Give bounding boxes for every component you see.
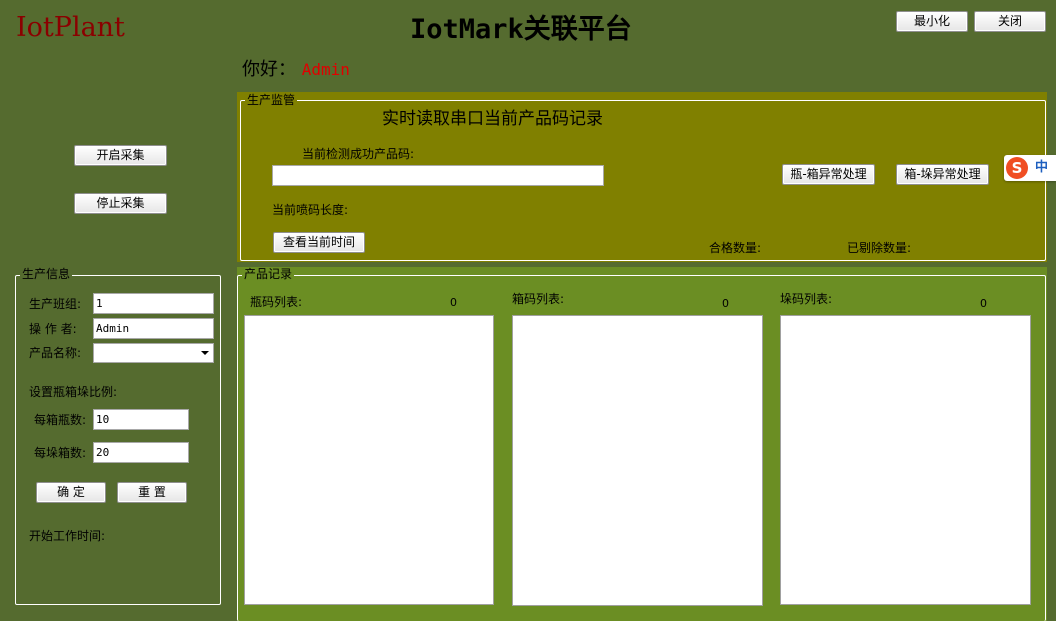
monitor-heading: 实时读取串口当前产品码记录 xyxy=(382,109,603,129)
bottle-list-count: 0 xyxy=(450,296,457,309)
start-time-label: 开始工作时间: xyxy=(29,529,106,543)
team-label: 生产班组: xyxy=(29,297,82,311)
stack-list-label: 垛码列表: xyxy=(780,292,833,306)
records-legend: 产品记录 xyxy=(242,267,295,281)
rejected-count-label: 已剔除数量: xyxy=(847,241,912,255)
stop-collect-button[interactable]: 停止采集 xyxy=(74,193,167,214)
page-title: IotMark关联平台 xyxy=(410,14,632,45)
current-code-label: 当前检测成功产品码: xyxy=(302,147,415,161)
greeting-prefix: 你好： xyxy=(242,59,296,80)
bottle-list[interactable] xyxy=(244,315,494,605)
operator-label: 操 作 者: xyxy=(29,322,77,336)
stack-list-count: 0 xyxy=(980,297,987,310)
greeting: 你好： Admin xyxy=(242,58,350,82)
stack-list[interactable] xyxy=(780,315,1031,605)
box-stack-exception-button[interactable]: 箱-垛异常处理 xyxy=(896,164,989,185)
info-legend: 生产信息 xyxy=(20,267,73,281)
box-list-label: 箱码列表: xyxy=(512,292,565,306)
ime-indicator[interactable]: S 中 xyxy=(1004,155,1056,181)
product-select[interactable] xyxy=(93,343,214,363)
per-stack-input[interactable] xyxy=(93,442,189,463)
brand-logo-text: IotPlant xyxy=(16,12,125,43)
ratio-label: 设置瓶箱垛比例: xyxy=(29,385,118,399)
ime-mode-label: 中 xyxy=(1035,160,1049,175)
per-box-input[interactable] xyxy=(93,409,189,430)
per-stack-label: 每垛箱数: xyxy=(34,446,87,460)
operator-input[interactable] xyxy=(93,318,214,339)
qualified-count-label: 合格数量: xyxy=(709,241,762,255)
chevron-down-icon xyxy=(201,351,209,355)
reset-button[interactable]: 重 置 xyxy=(117,482,187,503)
confirm-button[interactable]: 确 定 xyxy=(36,482,106,503)
monitor-legend: 生产监管 xyxy=(245,93,298,107)
start-collect-button[interactable]: 开启采集 xyxy=(74,145,167,166)
code-length-label: 当前喷码长度: xyxy=(272,203,349,217)
box-list[interactable] xyxy=(512,315,763,606)
ime-logo-icon: S xyxy=(1006,157,1028,179)
per-box-label: 每箱瓶数: xyxy=(34,413,87,427)
bottle-list-label: 瓶码列表: xyxy=(250,295,303,309)
check-time-button[interactable]: 查看当前时间 xyxy=(273,232,365,253)
product-label: 产品名称: xyxy=(29,346,82,360)
current-code-input[interactable] xyxy=(272,165,604,186)
close-button[interactable]: 关闭 xyxy=(974,11,1046,32)
box-list-count: 0 xyxy=(722,297,729,310)
bottle-box-exception-button[interactable]: 瓶-箱异常处理 xyxy=(782,164,875,185)
minimize-button[interactable]: 最小化 xyxy=(896,11,968,32)
team-input[interactable] xyxy=(93,293,214,314)
greeting-user: Admin xyxy=(301,60,350,79)
